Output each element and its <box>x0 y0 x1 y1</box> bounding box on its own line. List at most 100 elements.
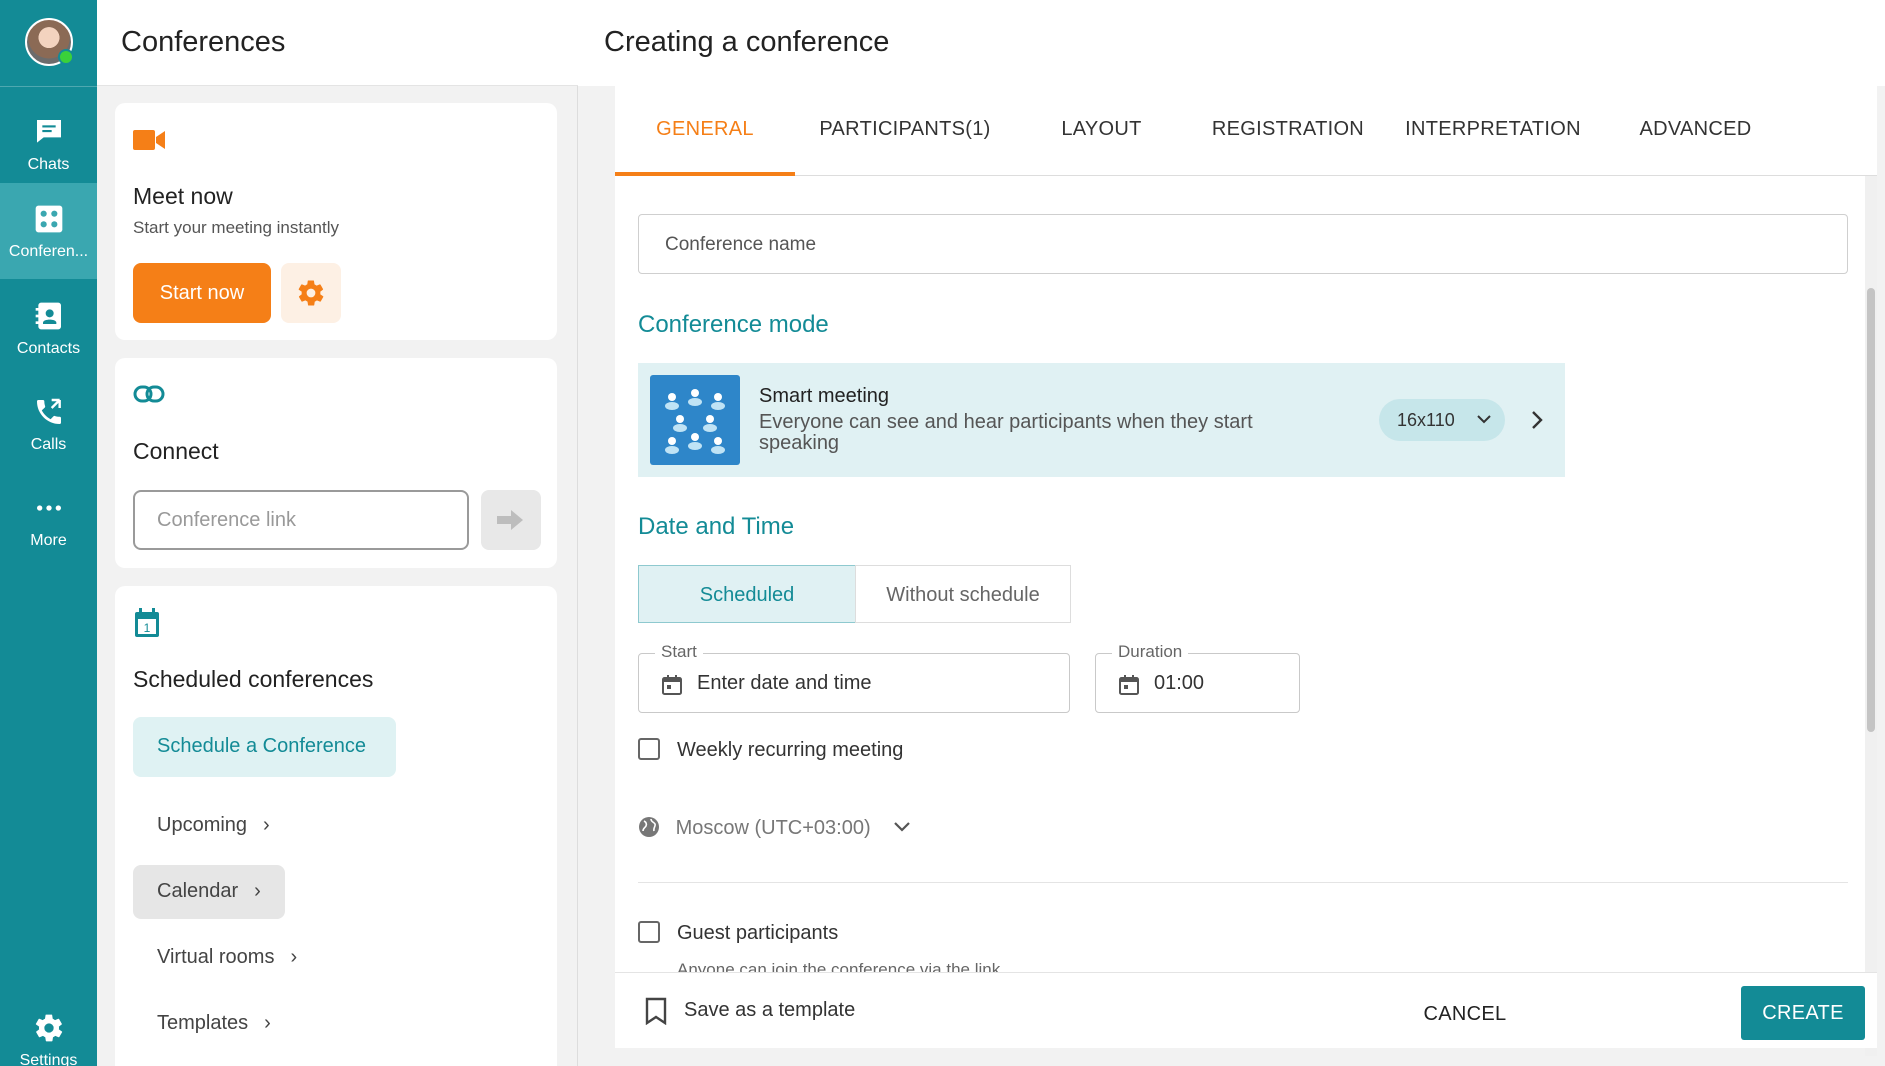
nav-contacts[interactable]: Contacts <box>0 280 97 376</box>
scrollbar-thumb[interactable] <box>1867 288 1875 732</box>
calendar-icon <box>662 675 682 695</box>
conference-name-input[interactable]: Conference name <box>638 214 1848 274</box>
phone-icon <box>37 398 61 424</box>
guest-participants-label: Guest participants <box>677 922 839 944</box>
menu-calendar[interactable]: Calendar › <box>133 865 285 919</box>
connect-submit-button[interactable] <box>481 490 541 550</box>
menu-virtual-rooms[interactable]: Virtual rooms › <box>133 931 321 985</box>
tab-advanced[interactable]: ADVANCED <box>1598 86 1793 176</box>
cancel-button[interactable]: CANCEL <box>1402 987 1528 1041</box>
nav-more-label: More <box>30 532 67 549</box>
tab-interpretation[interactable]: INTERPRETATION <box>1388 86 1598 176</box>
duration-field[interactable]: Duration 01:00 <box>1095 642 1300 713</box>
scheduled-option[interactable]: Scheduled <box>638 565 856 623</box>
chevron-right-icon[interactable] <box>1530 409 1544 431</box>
nav-settings-label: Settings <box>19 1052 78 1066</box>
conference-icon <box>35 205 63 233</box>
duration-value: 01:00 <box>1154 672 1205 694</box>
video-camera-icon <box>133 130 165 150</box>
create-conference-panel: Creating a conference GENERAL PARTICIPAN… <box>578 0 1885 1066</box>
gear-icon <box>35 1014 63 1042</box>
start-datetime-field[interactable]: Start Enter date and time <box>638 642 1070 713</box>
nav-calls[interactable]: Calls <box>0 376 97 472</box>
create-button[interactable]: CREATE <box>1741 986 1865 1040</box>
form-footer: Save as a template CANCEL CREATE <box>615 972 1877 1048</box>
scheduled-title: Scheduled conferences <box>133 666 374 692</box>
timezone-select[interactable]: Moscow (UTC+03:00) <box>638 816 910 840</box>
svg-text:1: 1 <box>144 621 151 635</box>
mode-description: Everyone can see and hear participants w… <box>759 411 1253 454</box>
tab-bar: GENERAL PARTICIPANTS(1) LAYOUT REGISTRAT… <box>615 86 1877 176</box>
menu-templates[interactable]: Templates › <box>133 997 295 1051</box>
duration-label: Duration <box>1112 642 1189 662</box>
conference-link-input[interactable]: Conference link <box>133 490 469 550</box>
nav-conferences[interactable]: Conferen... <box>0 183 97 279</box>
menu-virtual-rooms-label: Virtual rooms <box>157 946 275 968</box>
weekly-recurring-label: Weekly recurring meeting <box>677 739 904 761</box>
meet-now-card: Meet now Start your meeting instantly St… <box>115 103 557 340</box>
date-time-heading: Date and Time <box>638 513 795 540</box>
mode-size-select[interactable]: 16x110 <box>1379 399 1505 441</box>
chat-icon <box>37 120 61 143</box>
user-avatar[interactable] <box>25 18 74 66</box>
tab-general[interactable]: GENERAL <box>615 86 795 176</box>
menu-upcoming-label: Upcoming <box>157 814 248 836</box>
section-divider <box>638 882 1848 883</box>
guest-participants-checkbox[interactable] <box>638 921 660 943</box>
connect-title: Connect <box>133 438 219 464</box>
conferences-header: Conferences <box>97 0 578 86</box>
menu-upcoming[interactable]: Upcoming › <box>133 799 294 853</box>
conference-mode-heading: Conference mode <box>638 311 829 338</box>
menu-templates-label: Templates <box>157 1012 249 1034</box>
calendar-icon <box>1119 675 1139 695</box>
panel-title: Conferences <box>121 26 286 58</box>
nav-calls-label: Calls <box>30 436 67 453</box>
form-scrollbar[interactable] <box>1865 176 1877 1056</box>
conference-form: GENERAL PARTICIPANTS(1) LAYOUT REGISTRAT… <box>615 86 1877 1056</box>
start-value: Enter date and time <box>697 672 872 694</box>
chevron-right-icon: › <box>254 880 261 902</box>
tab-registration[interactable]: REGISTRATION <box>1188 86 1388 176</box>
meet-now-subtitle: Start your meeting instantly <box>133 218 339 237</box>
link-icon <box>133 385 165 403</box>
tab-participants[interactable]: PARTICIPANTS(1) <box>795 86 1015 176</box>
weekly-recurring-checkbox[interactable] <box>638 738 660 760</box>
chevron-right-icon: › <box>290 946 298 968</box>
nav-chats[interactable]: Chats <box>0 96 97 192</box>
calendar-icon: 1 <box>135 608 159 637</box>
mode-size-value: 16x110 <box>1397 410 1455 430</box>
nav-settings[interactable]: Settings <box>0 992 97 1066</box>
conferences-panel: Conferences Meet now Start your meeting … <box>97 0 578 1066</box>
schedule-conference-button[interactable]: Schedule a Conference <box>133 717 396 777</box>
chevron-right-icon: › <box>263 814 270 836</box>
start-now-button[interactable]: Start now <box>133 263 271 323</box>
create-conference-header: Creating a conference <box>578 0 1885 86</box>
smart-meeting-icon <box>650 375 740 465</box>
nav-more[interactable]: More <box>0 472 97 568</box>
mode-name: Smart meeting <box>759 385 890 407</box>
meet-now-title: Meet now <box>133 183 233 209</box>
page-title: Creating a conference <box>604 26 890 58</box>
gear-icon <box>298 280 324 306</box>
connect-card: Connect Conference link <box>115 358 557 568</box>
more-icon <box>37 505 61 511</box>
nav-rail: Chats Conferen... Contacts Calls More Se… <box>0 0 97 1066</box>
meeting-settings-button[interactable] <box>281 263 341 323</box>
save-as-template-label[interactable]: Save as a template <box>684 999 855 1022</box>
scheduled-card: 1 Scheduled conferences Schedule a Confe… <box>115 586 557 1066</box>
timezone-value: Moscow (UTC+03:00) <box>675 817 871 839</box>
rail-divider <box>0 86 97 87</box>
nav-contacts-label: Contacts <box>16 340 81 357</box>
contacts-icon <box>35 302 61 330</box>
conference-mode-card[interactable]: Smart meeting Everyone can see and hear … <box>638 363 1565 477</box>
menu-calendar-label: Calendar <box>157 880 239 902</box>
chevron-down-icon <box>894 822 910 832</box>
chevron-down-icon <box>1477 415 1491 424</box>
start-label: Start <box>655 642 703 662</box>
globe-icon <box>639 817 659 837</box>
online-status-dot <box>58 49 74 65</box>
bookmark-icon[interactable] <box>645 997 667 1025</box>
tab-layout[interactable]: LAYOUT <box>1015 86 1188 176</box>
nav-conferences-label: Conferen... <box>8 243 89 260</box>
without-schedule-option[interactable]: Without schedule <box>855 565 1071 623</box>
